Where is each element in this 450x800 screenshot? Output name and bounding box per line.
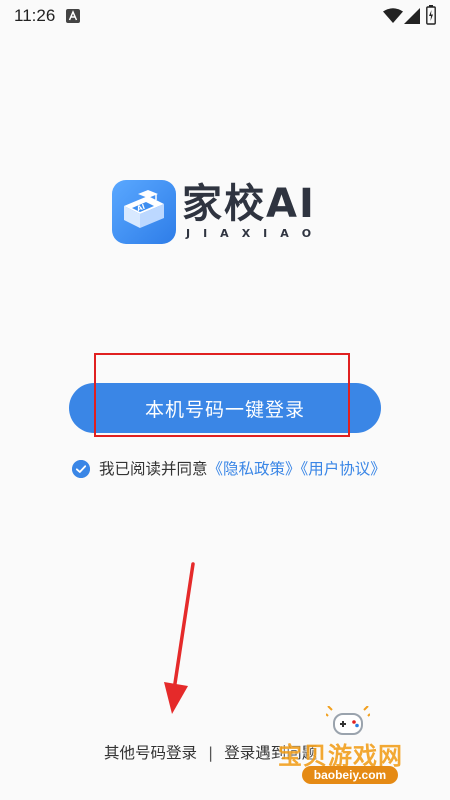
login-screen: 11:26 AI 家校AI JIAXIAO 本机号码一键登录 我已阅读并同意《隐… xyxy=(0,0,450,800)
notification-a-icon xyxy=(66,9,80,23)
gamepad-icon xyxy=(326,706,370,735)
login-problem-link[interactable]: 登录遇到问题 xyxy=(224,744,317,762)
wifi-icon xyxy=(383,8,403,23)
footer-separator: | xyxy=(208,744,214,762)
annotation-arrow xyxy=(164,562,195,714)
other-number-login-link[interactable]: 其他号码登录 xyxy=(104,744,197,762)
agreement-text: 我已阅读并同意《隐私政策》《用户协议》 xyxy=(99,456,389,483)
book-logo-icon: AI xyxy=(112,180,176,244)
signal-icon xyxy=(404,8,420,24)
status-time: 11:26 xyxy=(14,6,56,25)
agreement-checkbox[interactable] xyxy=(72,460,90,478)
app-logo: AI 家校AI JIAXIAO xyxy=(112,180,342,244)
battery-icon xyxy=(426,5,436,25)
logo-subtitle: JIAXIAO xyxy=(186,227,325,240)
agreement-prefix: 我已阅读并同意 xyxy=(99,460,208,478)
watermark-url: baobeiy.com xyxy=(302,766,398,784)
one-click-login-button[interactable]: 本机号码一键登录 xyxy=(69,383,381,433)
logo-title: 家校AI xyxy=(182,181,316,227)
privacy-policy-link[interactable]: 《隐私政策》 xyxy=(208,460,301,478)
status-bar: 11:26 xyxy=(0,0,450,32)
user-agreement-link[interactable]: 《用户协议》 xyxy=(301,460,386,478)
footer-links: 其他号码登录 | 登录遇到问题 xyxy=(104,741,317,763)
